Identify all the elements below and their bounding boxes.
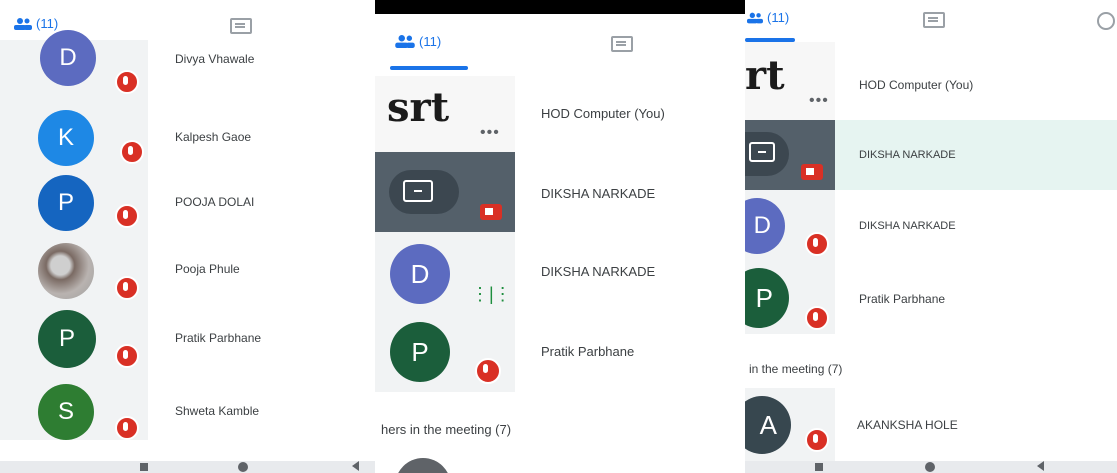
mic-off-icon <box>805 428 829 452</box>
present-screen-icon <box>403 180 433 202</box>
avatar-photo <box>38 243 94 299</box>
participant-name: DIKSHA NARKADE <box>859 149 956 161</box>
participants-panel-left: (11) D Divya Vhawale K Kalpesh Gaoe P PO… <box>0 0 375 473</box>
tab-people[interactable]: (11) <box>395 34 441 49</box>
system-nav-bar <box>745 461 1117 473</box>
people-icon <box>747 12 763 24</box>
srt-logo: srt <box>387 84 450 131</box>
chat-icon[interactable] <box>230 18 252 34</box>
participant-row[interactable]: P Pratik Parbhane <box>375 312 745 392</box>
avatar: D <box>40 30 96 86</box>
info-icon[interactable] <box>1097 12 1115 30</box>
avatar-partial <box>395 458 451 473</box>
recent-apps-icon[interactable] <box>815 463 823 471</box>
participant-name: DIKSHA NARKADE <box>859 220 956 232</box>
system-nav-bar <box>0 461 375 473</box>
participant-row[interactable]: DIKSHA NARKADE <box>375 152 745 232</box>
participant-row[interactable]: Pooja Phule <box>0 238 375 304</box>
mic-off-icon <box>475 358 501 384</box>
status-bar <box>375 0 745 14</box>
participant-name: Shweta Kamble <box>175 404 260 418</box>
participant-row-active[interactable]: DIKSHA NARKADE <box>745 120 1117 190</box>
people-count: (11) <box>767 10 790 25</box>
people-count: (11) <box>36 16 59 31</box>
mic-off-icon <box>805 306 829 330</box>
people-count: (11) <box>419 34 442 49</box>
avatar: P <box>38 310 96 368</box>
present-screen-icon <box>749 142 775 162</box>
chat-icon[interactable] <box>611 36 633 52</box>
mic-off-icon <box>120 140 144 164</box>
mic-off-icon <box>115 416 139 440</box>
participant-name: HOD Computer (You) <box>859 78 974 92</box>
participant-row[interactable]: D ⋮|⋮ DIKSHA NARKADE <box>375 232 745 312</box>
participant-row[interactable]: D DIKSHA NARKADE <box>745 190 1117 262</box>
participants-panel-right: (11) rt ••• HOD Computer (You) DIKSHA NA… <box>745 0 1117 473</box>
mic-off-icon <box>115 344 139 368</box>
avatar: S <box>38 384 94 440</box>
avatar: K <box>38 110 94 166</box>
people-icon <box>395 35 415 48</box>
participant-row[interactable]: P Pratik Parbhane <box>745 262 1117 334</box>
chat-icon[interactable] <box>923 12 945 28</box>
section-header-others: in the meeting (7) <box>749 362 843 376</box>
home-icon[interactable] <box>925 462 935 472</box>
people-icon <box>14 17 32 30</box>
avatar: P <box>390 322 450 382</box>
back-icon[interactable] <box>352 461 359 471</box>
participant-name: Pratik Parbhane <box>541 344 635 359</box>
more-options-icon[interactable]: ••• <box>480 124 500 142</box>
participant-name: HOD Computer (You) <box>541 106 665 121</box>
mic-off-icon <box>115 276 139 300</box>
participant-row[interactable]: S Shweta Kamble <box>0 374 375 440</box>
speaking-icon: ⋮|⋮ <box>471 284 512 304</box>
home-icon[interactable] <box>238 462 248 472</box>
participant-row[interactable]: srt ••• HOD Computer (You) <box>375 76 745 152</box>
participant-name: Pratik Parbhane <box>859 292 946 306</box>
camera-off-icon <box>801 164 823 180</box>
tab-people[interactable]: (11) <box>14 16 58 31</box>
camera-off-icon <box>480 204 502 220</box>
participant-row[interactable]: P POOJA DOLAI <box>0 170 375 238</box>
section-header-others: hers in the meeting (7) <box>381 422 512 437</box>
participant-row[interactable]: K Kalpesh Gaoe <box>0 105 375 170</box>
tab-people[interactable]: (11) <box>747 10 789 25</box>
participant-name: DIKSHA NARKADE <box>541 264 656 279</box>
participant-name: Pratik Parbhane <box>175 331 262 345</box>
more-options-icon[interactable]: ••• <box>809 92 829 110</box>
mic-off-icon <box>805 232 829 256</box>
participant-name: Pooja Phule <box>175 262 240 276</box>
participant-name: AKANKSHA HOLE <box>857 418 958 432</box>
participant-row[interactable]: D Divya Vhawale <box>0 30 375 105</box>
recent-apps-icon[interactable] <box>140 463 148 471</box>
back-icon[interactable] <box>1037 461 1044 471</box>
participant-row[interactable]: P Pratik Parbhane <box>0 304 375 374</box>
avatar: P <box>38 175 94 231</box>
mic-off-icon <box>115 70 139 94</box>
participant-name: Divya Vhawale <box>175 52 255 66</box>
srt-logo: rt <box>745 52 785 99</box>
tab-people-indicator <box>390 66 468 70</box>
avatar: D <box>390 244 450 304</box>
participants-panel-middle: (11) srt ••• HOD Computer (You) DIKSHA N… <box>375 0 745 473</box>
participant-name: POOJA DOLAI <box>175 195 255 209</box>
tab-bar: (11) <box>375 24 745 70</box>
participant-name: DIKSHA NARKADE <box>541 186 656 201</box>
participant-row[interactable]: rt ••• HOD Computer (You) <box>745 42 1117 120</box>
participant-name: Kalpesh Gaoe <box>175 130 252 144</box>
mic-off-icon <box>115 204 139 228</box>
participant-row[interactable]: A AKANKSHA HOLE <box>745 388 1117 462</box>
